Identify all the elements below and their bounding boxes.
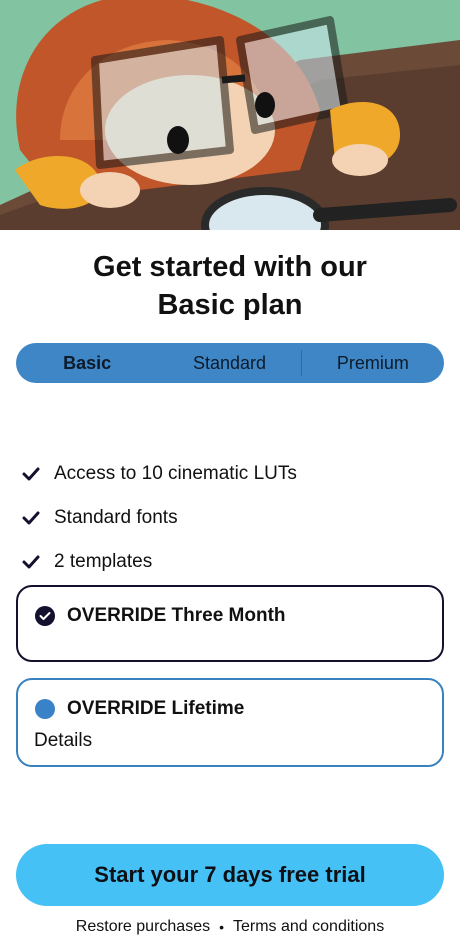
list-item: Standard fonts xyxy=(22,496,442,540)
footer-separator: • xyxy=(219,919,224,935)
tab-premium[interactable]: Premium xyxy=(302,343,444,383)
start-trial-button[interactable]: Start your 7 days free trial xyxy=(16,844,444,906)
feature-text: 2 templates xyxy=(54,551,153,572)
title-line-1: Get started with our xyxy=(93,251,367,283)
restore-purchases-link[interactable]: Restore purchases xyxy=(76,918,210,936)
option-name: OVERRIDE Lifetime xyxy=(67,698,245,719)
selected-check-icon xyxy=(35,606,55,626)
page-title: Get started with our Basic plan xyxy=(0,248,460,324)
radio-dot-icon xyxy=(35,699,55,719)
child-with-glasses-illustration xyxy=(0,0,460,230)
checkmark-icon xyxy=(22,466,40,482)
option-details: Details xyxy=(34,730,93,751)
tab-basic[interactable]: Basic xyxy=(16,343,158,383)
plan-option-lifetime[interactable]: OVERRIDE Lifetime Details xyxy=(16,678,444,767)
footer-links: Restore purchases • Terms and conditions xyxy=(0,918,460,936)
feature-list: Access to 10 cinematic LUTs Standard fon… xyxy=(22,452,442,584)
terms-link[interactable]: Terms and conditions xyxy=(233,918,384,936)
feature-text: Access to 10 cinematic LUTs xyxy=(54,463,297,484)
option-header: OVERRIDE Lifetime xyxy=(35,698,244,720)
list-item: Access to 10 cinematic LUTs xyxy=(22,452,442,496)
title-line-2: Basic plan xyxy=(157,289,303,321)
hero-illustration xyxy=(0,0,460,230)
checkmark-icon xyxy=(22,510,40,526)
checkmark-icon xyxy=(22,554,40,570)
plan-tabs: Basic Standard Premium xyxy=(16,343,444,383)
tab-standard[interactable]: Standard xyxy=(158,343,300,383)
plan-option-three-month[interactable]: OVERRIDE Three Month xyxy=(16,585,444,662)
option-header: OVERRIDE Three Month xyxy=(35,605,286,627)
feature-text: Standard fonts xyxy=(54,507,178,528)
option-name: OVERRIDE Three Month xyxy=(67,605,286,626)
list-item: 2 templates xyxy=(22,540,442,584)
